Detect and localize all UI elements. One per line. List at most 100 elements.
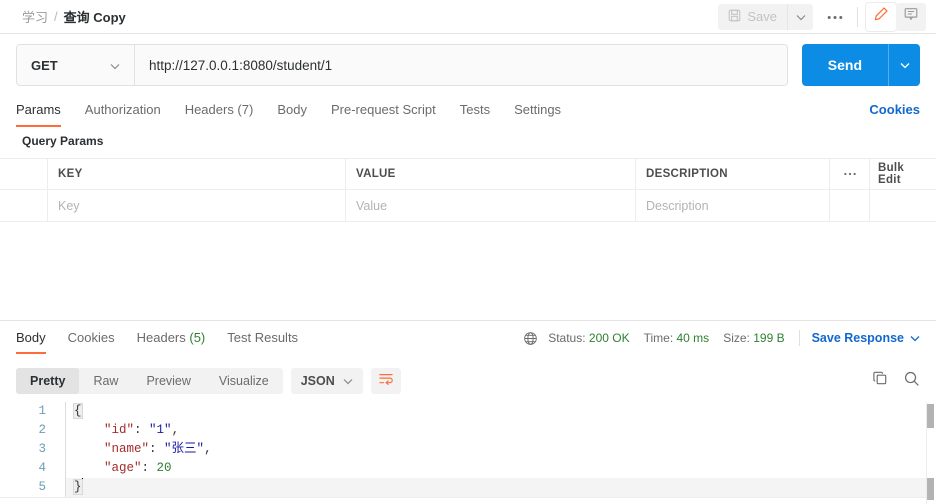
- line-number: 5: [38, 480, 46, 494]
- tab-authorization[interactable]: Authorization: [85, 96, 161, 127]
- response-tab-cookies[interactable]: Cookies: [68, 323, 115, 354]
- response-tab-test-results[interactable]: Test Results: [227, 323, 298, 354]
- status-badge: Status: 200 OK: [548, 331, 629, 345]
- code-lines[interactable]: { "id": "1", "name": "张三", "age": 20}: [66, 402, 936, 497]
- code-token: {: [73, 403, 83, 419]
- send-group: Send: [801, 44, 920, 86]
- response-toolbar-right: [872, 370, 920, 392]
- response-scrollbar-thumb-secondary[interactable]: [927, 478, 934, 500]
- http-method-select[interactable]: GET: [17, 45, 135, 85]
- tab-tests[interactable]: Tests: [460, 96, 490, 127]
- copy-icon: [872, 371, 889, 391]
- status-label: Status:: [548, 331, 586, 345]
- send-button[interactable]: Send: [801, 44, 888, 86]
- response-tab-body[interactable]: Body: [16, 323, 46, 354]
- save-icon: [728, 9, 741, 25]
- tab-params[interactable]: Params: [16, 96, 61, 127]
- comments-button[interactable]: [896, 2, 926, 31]
- breadcrumb-parent[interactable]: 学习: [22, 7, 48, 26]
- tab-headers[interactable]: Headers (7): [185, 96, 254, 127]
- tab-settings[interactable]: Settings: [514, 96, 561, 127]
- chevron-down-icon: [110, 58, 120, 73]
- pencil-icon: [873, 6, 889, 27]
- more-actions-button[interactable]: [821, 4, 849, 30]
- edit-documentation-button[interactable]: [866, 2, 896, 31]
- header-checkbox-cell: [0, 159, 48, 189]
- view-mode-preview[interactable]: Preview: [132, 368, 204, 394]
- send-dropdown-button[interactable]: [888, 44, 920, 86]
- word-wrap-button[interactable]: [370, 368, 401, 394]
- cookies-link[interactable]: Cookies: [869, 96, 920, 117]
- time-value: 40 ms: [676, 331, 710, 345]
- response-toolbar: Pretty Raw Preview Visualize JSON: [0, 360, 936, 402]
- save-button[interactable]: Save: [718, 3, 787, 30]
- row-spacer-1: [830, 190, 870, 221]
- code-editor: 1 2 3 4 5 { "id": "1", "name": "张三", "ag…: [0, 402, 936, 497]
- table-options-button[interactable]: [830, 159, 870, 189]
- view-mode-raw[interactable]: Raw: [79, 368, 132, 394]
- tab-body[interactable]: Body: [277, 96, 307, 127]
- code-token: "age": [104, 461, 142, 475]
- response-meta: Status: 200 OK Time: 40 ms Size: 199 B S…: [523, 323, 920, 346]
- response-view-mode-group: Pretty Raw Preview Visualize: [16, 368, 283, 394]
- view-mode-visualize[interactable]: Visualize: [205, 368, 283, 394]
- text-caret: [81, 478, 83, 492]
- meta-divider: [798, 330, 800, 346]
- breadcrumb-current[interactable]: 查询 Copy: [64, 7, 126, 26]
- query-params-table: KEY VALUE DESCRIPTION Bulk Edit Key Valu…: [0, 158, 936, 222]
- response-format-label: JSON: [300, 374, 335, 388]
- postman-window: 学习 / 查询 Copy Save GET http://127.0.0.1:8…: [0, 0, 936, 504]
- chevron-down-icon: [910, 331, 920, 345]
- code-token: :: [149, 442, 165, 456]
- response-format-select[interactable]: JSON: [290, 368, 363, 394]
- code-token: "1": [149, 423, 172, 437]
- response-section-divider: [0, 320, 936, 321]
- code-token: "name": [104, 442, 150, 456]
- view-mode-pretty[interactable]: Pretty: [16, 368, 80, 394]
- row-checkbox-cell[interactable]: [0, 190, 48, 221]
- chevron-down-icon: [343, 374, 353, 388]
- save-response-button[interactable]: Save Response: [812, 331, 920, 345]
- code-token: :: [141, 461, 157, 475]
- ellipsis-icon: [843, 172, 856, 176]
- time-label: Time:: [643, 331, 674, 345]
- header-value: VALUE: [346, 159, 636, 189]
- response-tab-headers-label: Headers: [136, 330, 190, 345]
- request-url-input[interactable]: http://127.0.0.1:8080/student/1: [135, 45, 787, 85]
- response-tab-headers[interactable]: Headers (5): [137, 323, 206, 354]
- word-wrap-icon: [378, 372, 394, 391]
- header-key: KEY: [48, 159, 346, 189]
- method-url-group: GET http://127.0.0.1:8080/student/1: [16, 44, 788, 86]
- param-key-input[interactable]: Key: [48, 190, 346, 221]
- breadcrumb-separator: /: [54, 9, 58, 24]
- chevron-down-icon: [796, 8, 806, 26]
- size-label: Size:: [723, 331, 750, 345]
- globe-icon: [523, 331, 538, 346]
- bulk-edit-button[interactable]: Bulk Edit: [870, 159, 936, 189]
- code-token: ,: [204, 442, 212, 456]
- code-token: :: [134, 423, 150, 437]
- line-number: 4: [38, 461, 46, 475]
- response-body-viewer[interactable]: 1 2 3 4 5 { "id": "1", "name": "张三", "ag…: [0, 402, 936, 504]
- response-tabs: Body Cookies Headers (5) Test Results St…: [0, 323, 936, 357]
- response-headers-count: (5): [189, 330, 206, 345]
- param-value-input[interactable]: Value: [346, 190, 636, 221]
- request-url-row: GET http://127.0.0.1:8080/student/1 Send: [0, 34, 936, 96]
- table-header-row: KEY VALUE DESCRIPTION Bulk Edit: [0, 158, 936, 190]
- param-description-input[interactable]: Description: [636, 190, 830, 221]
- code-line: "id": "1",: [66, 421, 936, 440]
- chevron-down-icon: [900, 56, 910, 74]
- size-badge: Size: 199 B: [723, 331, 784, 345]
- breadcrumb: 学习 / 查询 Copy: [0, 7, 126, 26]
- copy-button[interactable]: [872, 370, 889, 392]
- response-scrollbar-thumb[interactable]: [927, 404, 934, 428]
- search-button[interactable]: [903, 370, 920, 392]
- code-line: }: [66, 478, 936, 497]
- line-number-gutter: 1 2 3 4 5: [0, 402, 56, 497]
- save-dropdown-button[interactable]: [787, 3, 813, 30]
- tab-pre-request-script[interactable]: Pre-request Script: [331, 96, 436, 127]
- line-number: 1: [38, 404, 46, 418]
- code-fold-gutter[interactable]: [56, 402, 66, 497]
